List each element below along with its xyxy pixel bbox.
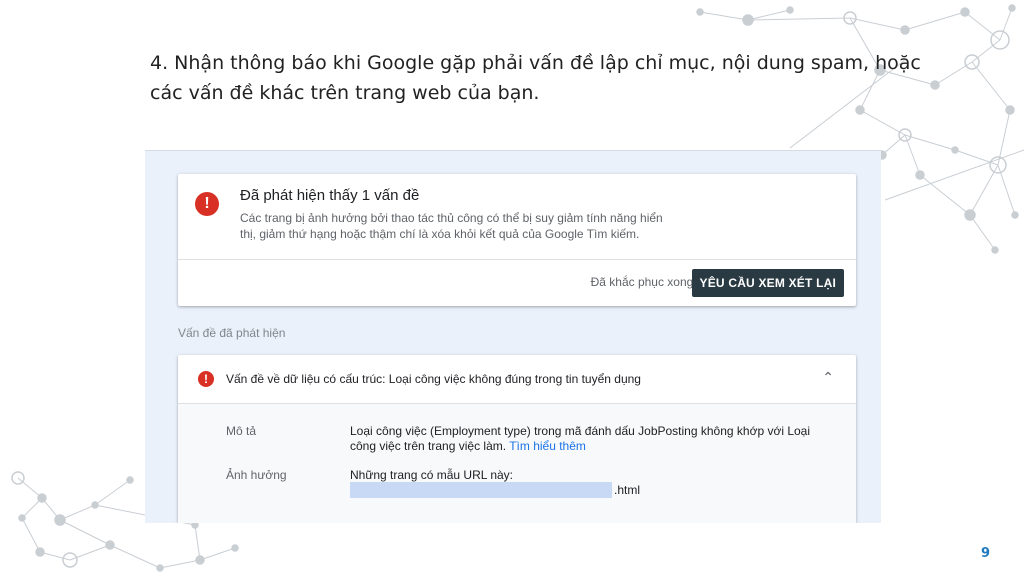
issue-details: Mô tả Loại công việc (Employment type) t… bbox=[178, 404, 856, 523]
network-node bbox=[930, 80, 940, 90]
impact-label: Ảnh hưởng bbox=[226, 468, 287, 482]
network-node bbox=[991, 246, 999, 254]
network-node bbox=[37, 493, 47, 503]
page-number: 9 bbox=[981, 546, 991, 561]
slide-title: 4. Nhận thông báo khi Google gặp phải vấ… bbox=[150, 52, 921, 104]
request-review-button[interactable]: YÊU CẦU XEM XÉT LẠI bbox=[691, 269, 844, 297]
network-edge bbox=[999, 7, 1013, 41]
network-node bbox=[742, 14, 754, 26]
network-node bbox=[1005, 105, 1015, 115]
learn-more-link[interactable]: Tìm hiểu thêm bbox=[509, 439, 586, 453]
network-node bbox=[1008, 4, 1016, 12]
network-edge bbox=[904, 134, 956, 151]
network-node bbox=[126, 476, 134, 484]
chevron-up-icon[interactable]: ⌃ bbox=[822, 369, 834, 386]
issue-detail-card: ! Vấn đề về dữ liệu có cấu trúc: Loại cô… bbox=[178, 355, 856, 523]
network-edge bbox=[109, 544, 161, 569]
description-label: Mô tả bbox=[226, 424, 257, 438]
network-edge bbox=[884, 149, 1024, 201]
search-console-screenshot: ! Đã phát hiện thấy 1 vấn đề Các trang b… bbox=[145, 150, 881, 523]
network-edge bbox=[859, 109, 906, 136]
issue-title: Vấn đề về dữ liệu có cấu trúc: Loại công… bbox=[226, 372, 641, 386]
network-edge bbox=[159, 559, 201, 569]
network-node bbox=[786, 6, 794, 14]
network-node bbox=[1011, 211, 1019, 219]
network-node bbox=[156, 564, 164, 572]
network-node bbox=[105, 540, 115, 550]
issue-count-title: Đã phát hiện thấy 1 vấn đề bbox=[240, 187, 420, 204]
url-suffix: .html bbox=[614, 483, 641, 497]
network-edge bbox=[964, 11, 1001, 41]
impact-text: Những trang có mẫu URL này: bbox=[350, 468, 514, 482]
issue-summary-card: ! Đã phát hiện thấy 1 vấn đề Các trang b… bbox=[178, 174, 856, 306]
network-edge bbox=[59, 519, 111, 546]
network-edge bbox=[969, 214, 996, 251]
network-edge bbox=[747, 17, 851, 21]
network-node bbox=[231, 544, 239, 552]
network-edge bbox=[919, 174, 971, 216]
network-edge bbox=[94, 479, 131, 506]
network-node bbox=[91, 501, 99, 509]
issue-description: Các trang bị ảnh hưởng bởi thao tác thủ … bbox=[240, 211, 663, 241]
issue-header[interactable]: ! Vấn đề về dữ liệu có cấu trúc: Loại cô… bbox=[178, 355, 856, 403]
network-node bbox=[195, 555, 205, 565]
network-edge bbox=[954, 149, 999, 166]
network-edge bbox=[904, 11, 966, 31]
network-node bbox=[54, 514, 66, 526]
network-node bbox=[964, 209, 976, 221]
network-edge bbox=[747, 9, 791, 21]
network-node bbox=[915, 170, 925, 180]
description-value: Loại công việc (Employment type) trong m… bbox=[350, 424, 810, 454]
network-node bbox=[951, 146, 959, 154]
detected-issues-label: Vấn đề đã phát hiện bbox=[178, 326, 286, 340]
network-edge bbox=[849, 17, 906, 31]
network-edge bbox=[971, 61, 1011, 111]
redacted-url-pattern bbox=[350, 482, 612, 498]
fixed-question: Đã khắc phục xong? bbox=[590, 275, 700, 289]
network-edge bbox=[21, 517, 41, 553]
divider bbox=[178, 259, 856, 260]
network-edge bbox=[971, 39, 1001, 63]
network-node bbox=[18, 514, 26, 522]
network-edge bbox=[699, 11, 749, 21]
network-edge bbox=[194, 524, 201, 561]
network-node bbox=[900, 25, 910, 35]
error-icon: ! bbox=[198, 371, 214, 387]
error-icon: ! bbox=[195, 192, 219, 216]
network-node bbox=[960, 7, 970, 17]
network-edge bbox=[199, 547, 236, 561]
network-node bbox=[696, 8, 704, 16]
network-node bbox=[35, 547, 45, 557]
